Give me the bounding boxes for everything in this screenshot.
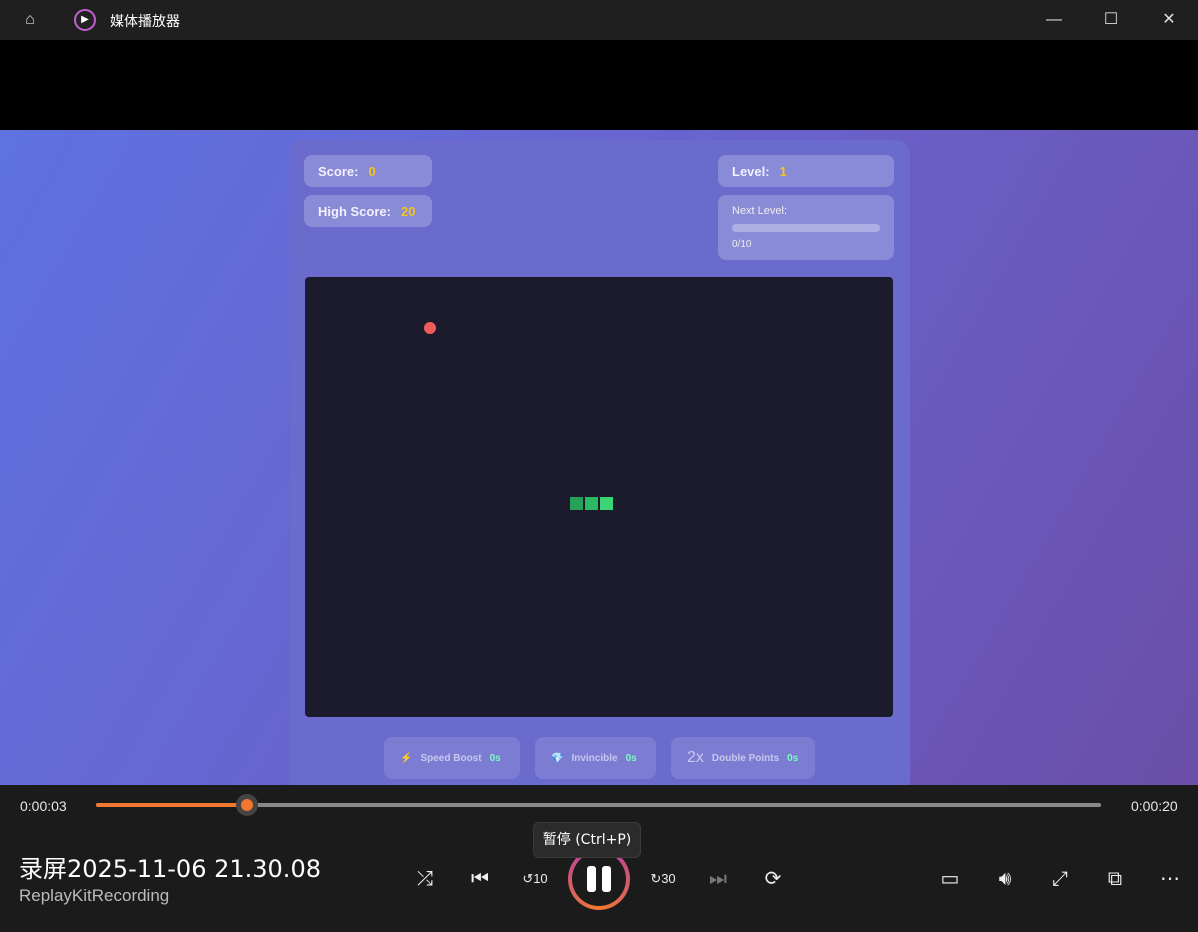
- high-score-value: 20: [401, 204, 415, 219]
- player-controls: 0:00:03 0:00:20 录屏2025-11-06 21.30.08 Re…: [0, 785, 1198, 932]
- title-bar: ⌂ ▶ 媒体播放器 — ☐ ✕: [0, 0, 1198, 40]
- powerup-time: 0s: [787, 753, 798, 764]
- media-title: 录屏2025-11-06 21.30.08: [19, 849, 321, 884]
- powerup-speed-boost[interactable]: ⚡ Speed Boost 0s: [384, 737, 520, 779]
- subtitles-icon[interactable]: ▭: [935, 864, 965, 894]
- next-level-progress: 0/10: [732, 239, 880, 250]
- total-time: 0:00:20: [1131, 798, 1178, 814]
- letterbox: [0, 40, 1198, 130]
- rewind-10-icon[interactable]: ↺10: [520, 864, 550, 894]
- powerup-label: Speed Boost: [420, 753, 481, 764]
- home-icon[interactable]: ⌂: [18, 8, 42, 32]
- powerup-time: 0s: [626, 753, 637, 764]
- previous-icon[interactable]: ⏮: [465, 864, 495, 894]
- repeat-off-icon[interactable]: ⟳: [758, 864, 788, 894]
- powerup-invincible[interactable]: 💎 Invincible 0s: [535, 737, 656, 779]
- score-value: 0: [368, 164, 375, 179]
- powerup-double-points[interactable]: 2x Double Points 0s: [671, 737, 815, 779]
- lightning-icon: ⚡: [400, 753, 412, 764]
- level-value: 1: [780, 164, 787, 179]
- snake-segment: [570, 497, 583, 510]
- game-panel: Score: 0 High Score: 20 Level: 1 Next Level…: [290, 140, 910, 785]
- current-time: 0:00:03: [20, 798, 67, 814]
- shuffle-off-icon[interactable]: ⤮: [410, 864, 440, 894]
- video-frame[interactable]: Score: 0 High Score: 20 Level: 1 Next Level…: [0, 130, 1198, 785]
- game-canvas[interactable]: [305, 277, 893, 717]
- next-level-box: Next Level: 0/10: [718, 195, 894, 260]
- window-title: 媒体播放器: [110, 11, 180, 31]
- mini-player-icon[interactable]: ⧉: [1100, 864, 1130, 894]
- volume-icon[interactable]: 🔊︎: [990, 864, 1020, 894]
- app-logo-icon: ▶: [74, 9, 96, 31]
- minimize-button[interactable]: —: [1042, 8, 1066, 32]
- pause-tooltip: 暂停 (Ctrl+P): [533, 822, 641, 858]
- score-box: Score: 0: [304, 155, 432, 187]
- forward-30-icon[interactable]: ↻30: [648, 864, 678, 894]
- seek-fill: [96, 803, 247, 807]
- high-score-label: High Score:: [318, 204, 391, 219]
- powerup-label: Double Points: [712, 753, 779, 764]
- close-button[interactable]: ✕: [1157, 8, 1181, 32]
- double-icon: 2x: [687, 749, 704, 767]
- powerup-label: Invincible: [571, 753, 617, 764]
- next-level-bar: [732, 224, 880, 232]
- score-label: Score:: [318, 164, 358, 179]
- level-label: Level:: [732, 164, 770, 179]
- pause-icon: [572, 852, 626, 906]
- next-icon[interactable]: ⏭: [703, 864, 733, 894]
- high-score-box: High Score: 20: [304, 195, 432, 227]
- snake-segment: [585, 497, 598, 510]
- media-subtitle: ReplayKitRecording: [19, 886, 169, 906]
- next-level-label: Next Level:: [732, 205, 880, 217]
- snake-head: [600, 497, 613, 510]
- diamond-icon: 💎: [551, 753, 563, 764]
- maximize-button[interactable]: ☐: [1099, 8, 1123, 32]
- seek-bar[interactable]: [96, 803, 1101, 807]
- more-icon[interactable]: ⋯: [1155, 864, 1185, 894]
- fullscreen-icon[interactable]: ⤢: [1045, 864, 1075, 894]
- seek-thumb[interactable]: [236, 794, 258, 816]
- powerup-time: 0s: [490, 753, 501, 764]
- food: [424, 322, 436, 334]
- level-box: Level: 1: [718, 155, 894, 187]
